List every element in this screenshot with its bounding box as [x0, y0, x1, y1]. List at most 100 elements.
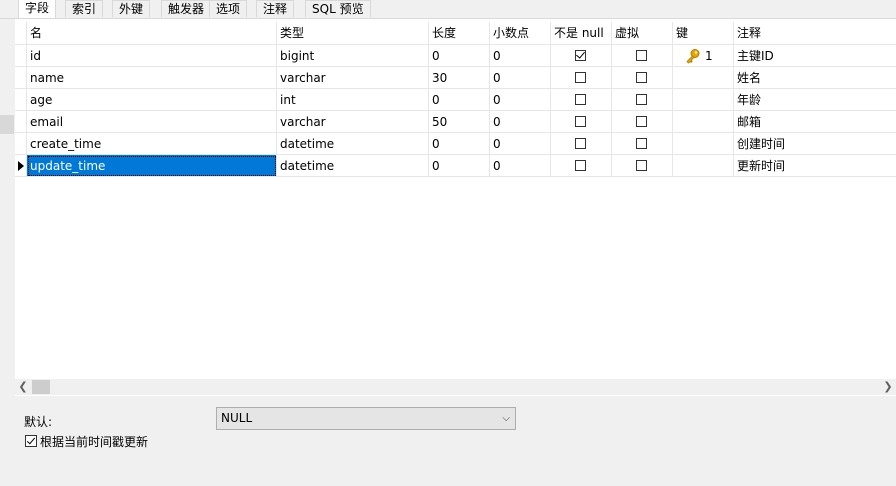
tab-sql-preview[interactable]: SQL 预览 — [305, 0, 371, 17]
field-name[interactable]: name — [27, 67, 277, 89]
virtual-cell — [612, 111, 673, 133]
scroll-left-arrow-icon[interactable]: ❮ — [15, 379, 31, 395]
header-length[interactable]: 长度 — [429, 22, 490, 44]
not-null-checkbox[interactable] — [575, 94, 586, 105]
virtual-cell — [612, 89, 673, 111]
row-indicator — [15, 111, 27, 133]
header-name[interactable]: 名 — [27, 22, 277, 44]
field-length[interactable]: 50 — [429, 111, 490, 133]
check-icon — [576, 49, 585, 59]
tab-foreign-keys[interactable]: 外键 — [112, 0, 151, 17]
field-length[interactable]: 0 — [429, 155, 490, 177]
header-comment[interactable]: 注释 — [734, 22, 896, 44]
not-null-checkbox[interactable] — [575, 138, 586, 149]
table-row[interactable]: name varchar 30 0 姓名 — [15, 67, 896, 89]
key-cell[interactable] — [673, 111, 734, 133]
field-name[interactable]: create_time — [27, 133, 277, 155]
virtual-checkbox[interactable] — [636, 94, 647, 105]
key-cell[interactable] — [673, 89, 734, 111]
field-name[interactable]: age — [27, 89, 277, 111]
virtual-cell — [612, 133, 673, 155]
left-gutter — [0, 19, 15, 401]
key-cell[interactable] — [673, 67, 734, 89]
field-name[interactable]: email — [27, 111, 277, 133]
field-type[interactable]: varchar — [277, 67, 429, 89]
table-designer: 字段 索引 外键 触发器 选项 注释 SQL 预览 名 类型 长度 小数点 不是… — [0, 0, 896, 486]
gutter-marker — [0, 115, 14, 134]
header-decimals[interactable]: 小数点 — [490, 22, 551, 44]
row-indicator — [15, 67, 27, 89]
virtual-checkbox[interactable] — [636, 160, 647, 171]
field-type[interactable]: bigint — [277, 45, 429, 67]
key-cell[interactable] — [673, 133, 734, 155]
field-decimals[interactable]: 0 — [490, 133, 551, 155]
field-type[interactable]: varchar — [277, 111, 429, 133]
field-length[interactable]: 0 — [429, 45, 490, 67]
virtual-checkbox[interactable] — [636, 138, 647, 149]
field-comment[interactable]: 年龄 — [734, 89, 896, 111]
header-virtual[interactable]: 虚拟 — [612, 22, 673, 44]
field-length[interactable]: 30 — [429, 67, 490, 89]
horizontal-scrollbar[interactable]: ❮ ❯ — [15, 379, 896, 395]
field-comment[interactable]: 主键ID — [734, 45, 896, 67]
field-type[interactable]: int — [277, 89, 429, 111]
virtual-checkbox[interactable] — [636, 116, 647, 127]
field-comment[interactable]: 邮箱 — [734, 111, 896, 133]
header-key[interactable]: 键 — [673, 22, 734, 44]
key-cell[interactable]: 1 — [673, 45, 734, 67]
key-cell[interactable] — [673, 155, 734, 177]
tab-indexes[interactable]: 索引 — [65, 0, 104, 17]
field-decimals[interactable]: 0 — [490, 111, 551, 133]
not-null-checkbox[interactable] — [575, 72, 586, 83]
field-decimals[interactable]: 0 — [490, 67, 551, 89]
header-type[interactable]: 类型 — [277, 22, 429, 44]
field-type[interactable]: datetime — [277, 155, 429, 177]
scrollbar-thumb[interactable] — [32, 380, 50, 394]
field-properties-panel: 默认: NULL ⌵ 根据当前时间戳更新 — [0, 396, 896, 486]
scroll-right-arrow-icon[interactable]: ❯ — [880, 379, 896, 395]
table-row[interactable]: email varchar 50 0 邮箱 — [15, 111, 896, 133]
field-decimals[interactable]: 0 — [490, 155, 551, 177]
table-row-selected[interactable]: update_time datetime 0 0 更新时间 — [15, 155, 896, 177]
key-order: 1 — [705, 49, 713, 63]
table-row[interactable]: create_time datetime 0 0 创建时间 — [15, 133, 896, 155]
not-null-checkbox[interactable] — [575, 49, 586, 61]
fields-grid[interactable]: 名 类型 长度 小数点 不是 null 虚拟 键 注释 id bigint 0 … — [15, 19, 896, 381]
field-decimals[interactable]: 0 — [490, 45, 551, 67]
tab-comment[interactable]: 注释 — [256, 0, 295, 17]
not-null-cell — [551, 111, 612, 133]
chevron-down-icon: ⌵ — [502, 413, 510, 424]
field-length[interactable]: 0 — [429, 133, 490, 155]
not-null-cell — [551, 67, 612, 89]
field-comment[interactable]: 姓名 — [734, 67, 896, 89]
virtual-cell — [612, 45, 673, 67]
header-not-null[interactable]: 不是 null — [551, 22, 612, 44]
table-row[interactable]: age int 0 0 年龄 — [15, 89, 896, 111]
virtual-cell — [612, 155, 673, 177]
not-null-checkbox[interactable] — [575, 116, 586, 127]
header-row-indicator — [15, 22, 27, 44]
field-type[interactable]: datetime — [277, 133, 429, 155]
check-icon — [26, 435, 36, 445]
default-value-select[interactable]: NULL ⌵ — [216, 407, 516, 430]
row-indicator — [15, 89, 27, 111]
field-name[interactable]: update_time — [27, 155, 277, 177]
virtual-checkbox[interactable] — [636, 72, 647, 83]
row-indicator — [15, 133, 27, 155]
not-null-checkbox[interactable] — [575, 160, 586, 171]
table-row[interactable]: id bigint 0 0 1 主键ID — [15, 45, 896, 67]
not-null-cell — [551, 89, 612, 111]
field-comment[interactable]: 创建时间 — [734, 133, 896, 155]
on-update-checkbox[interactable] — [25, 435, 37, 447]
field-length[interactable]: 0 — [429, 89, 490, 111]
tab-options[interactable]: 选项 — [209, 0, 248, 17]
field-comment[interactable]: 更新时间 — [734, 155, 896, 177]
field-name[interactable]: id — [27, 45, 277, 67]
virtual-checkbox[interactable] — [636, 50, 647, 61]
not-null-cell — [551, 155, 612, 177]
on-update-label[interactable]: 根据当前时间戳更新 — [40, 433, 148, 450]
tab-fields[interactable]: 字段 — [18, 0, 57, 18]
key-icon — [686, 49, 700, 64]
field-decimals[interactable]: 0 — [490, 89, 551, 111]
tab-triggers[interactable]: 触发器 — [161, 0, 212, 17]
